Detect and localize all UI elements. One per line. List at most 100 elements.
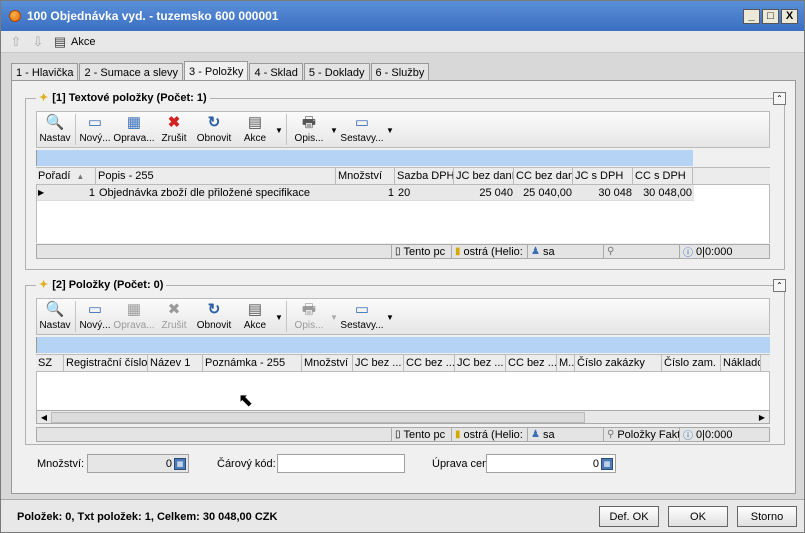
col-m[interactable]: M...	[557, 355, 575, 371]
filter-row[interactable]	[36, 337, 770, 353]
col-jc-bez[interactable]: JC bez daní	[454, 168, 514, 184]
col-poradi[interactable]: Pořadí ▲	[36, 168, 96, 184]
actions-doc-icon[interactable]: ▤	[53, 34, 67, 49]
uprava-cen-field[interactable]: 0 ▦	[486, 454, 616, 473]
opis-button[interactable]: 🖶 Opis...	[289, 112, 329, 147]
close-button[interactable]: X	[781, 8, 798, 24]
actions-icon: ▤	[247, 301, 263, 318]
col-jc-s[interactable]: JC s DPH	[573, 168, 633, 184]
opis-dropdown-icon[interactable]: ▼	[329, 126, 339, 135]
minimize-button[interactable]: _	[743, 8, 760, 24]
tab-sklad[interactable]: 4 - Sklad	[249, 63, 303, 81]
col-cislo-zam[interactable]: Číslo zam.	[662, 355, 721, 371]
sestavy-dropdown-icon[interactable]: ▼	[385, 126, 395, 135]
menu-akce[interactable]: Akce	[71, 36, 95, 48]
storno-button[interactable]: Storno	[737, 506, 797, 527]
tab-sluzby[interactable]: 6 - Služby	[370, 63, 430, 81]
status-bar-text-items: ▯ Tento pc ▮ ostrá (Helio: ♟ sa ⚲ ⓘ 0|0:000	[36, 244, 770, 259]
new-window-icon: ▭	[87, 114, 103, 131]
col-mnozstvi[interactable]: Množství	[302, 355, 353, 371]
akce-button[interactable]: ▤ Akce	[236, 299, 274, 334]
filter-row[interactable]	[36, 150, 693, 166]
col-mnozstvi[interactable]: Množství	[336, 168, 395, 184]
obnovit-button[interactable]: ↻ Obnovit	[192, 299, 236, 334]
akce-button[interactable]: ▤ Akce	[236, 112, 274, 147]
akce-dropdown-icon[interactable]: ▼	[274, 126, 284, 135]
status-bar-items: ▯ Tento pc ▮ ostrá (Helio: ♟ sa ⚲ Položky Fa…	[36, 427, 770, 442]
akce-label: Akce	[243, 320, 267, 331]
carovy-kod-field[interactable]	[277, 454, 405, 473]
refresh-icon: ↻	[207, 114, 221, 131]
col-cc-bez-1[interactable]: CC bez ...	[404, 355, 455, 371]
collapse-button[interactable]: ⌃	[773, 92, 786, 105]
scroll-right-icon[interactable]: ▶	[755, 411, 769, 423]
calculator-icon[interactable]: ▦	[601, 457, 613, 470]
def-ok-button[interactable]: Def. OK	[599, 506, 659, 527]
actions-icon: ▤	[247, 114, 263, 131]
opis-dropdown-icon[interactable]: ▼	[329, 313, 339, 322]
scroll-left-icon[interactable]: ◀	[37, 411, 51, 423]
new-window-icon: ▭	[87, 301, 103, 318]
refresh-icon: ↻	[207, 301, 221, 318]
status-user: ♟ sa	[527, 428, 603, 441]
scroll-thumb[interactable]	[51, 411, 585, 423]
tab-strip: 1 - Hlavička 2 - Sumace a slevy 3 - Polo…	[11, 61, 430, 81]
zrusit-button[interactable]: ✖ Zrušit	[156, 299, 192, 334]
report-icon: ▭	[354, 114, 370, 131]
col-sz[interactable]: SZ	[36, 355, 64, 371]
oprava-button[interactable]: ▦ Oprava...	[112, 112, 156, 147]
title-bar[interactable]: 100 Objednávka vyd. - tuzemsko 600 00000…	[1, 1, 804, 31]
status-user-text: sa	[542, 428, 555, 441]
arrow-down-icon[interactable]: ⇩	[31, 34, 45, 49]
sestavy-button[interactable]: ▭ Sestavy...	[339, 112, 385, 147]
mnozstvi-field[interactable]: 0 ▦	[87, 454, 189, 473]
group-text-items: ✦ [1] Textové položky (Počet: 1) ⌃ 🔍 Nasta…	[25, 91, 786, 270]
table-row[interactable]: ▶ 1 Objednávka zboží dle přiložené speci…	[37, 185, 694, 201]
opis-button[interactable]: 🖶 Opis...	[289, 299, 329, 334]
ok-button[interactable]: OK	[668, 506, 728, 527]
toolbar-items: 🔍 Nastav ▭ Nový... ▦ Oprava... ✖ Zrušit ↻ Obn…	[36, 298, 770, 335]
horizontal-scrollbar[interactable]: ◀ ▶	[36, 410, 770, 424]
obnovit-button[interactable]: ↻ Obnovit	[192, 112, 236, 147]
col-poznamka[interactable]: Poznámka - 255	[203, 355, 302, 371]
col-popis[interactable]: Popis - 255	[96, 168, 336, 184]
group-items: ✦ [2] Položky (Počet: 0) ⌃ 🔍 Nastav ▭ Nový.…	[25, 278, 786, 445]
oprava-button[interactable]: ▦ Oprava...	[112, 299, 156, 334]
col-cc-s[interactable]: CC s DPH	[633, 168, 693, 184]
grid-body[interactable]	[36, 372, 770, 410]
search-icon: 🔍	[45, 301, 65, 318]
col-poradi-label: Pořadí	[38, 170, 71, 182]
oprava-label: Oprava...	[113, 320, 155, 331]
group-title-text: [1] Textové položky (Počet: 1)	[52, 91, 207, 104]
akce-dropdown-icon[interactable]: ▼	[274, 313, 284, 322]
col-sazba[interactable]: Sazba DPH	[395, 168, 454, 184]
nastav-button[interactable]: 🔍 Nastav	[37, 299, 73, 334]
nastav-button[interactable]: 🔍 Nastav	[37, 112, 73, 147]
col-cislo-zakazky[interactable]: Číslo zakázky	[575, 355, 662, 371]
col-reg-cislo[interactable]: Registrační číslo	[64, 355, 148, 371]
col-cc-bez-2[interactable]: CC bez ...	[506, 355, 557, 371]
status-tento-text: Tento pc	[403, 245, 446, 258]
novy-label: Nový...	[79, 133, 111, 144]
tab-polozky[interactable]: 3 - Položky	[184, 61, 249, 81]
tab-doklady[interactable]: 5 - Doklady	[303, 63, 370, 81]
col-nazev[interactable]: Název 1	[148, 355, 203, 371]
sestavy-dropdown-icon[interactable]: ▼	[385, 313, 395, 322]
status-tento: ▯ Tento pc	[391, 245, 451, 258]
calculator-icon[interactable]: ▦	[174, 457, 186, 470]
tab-sumace[interactable]: 2 - Sumace a slevy	[79, 63, 184, 81]
separator	[75, 301, 76, 332]
col-jc-bez-1[interactable]: JC bez ...	[353, 355, 404, 371]
novy-button[interactable]: ▭ Nový...	[78, 112, 112, 147]
arrow-up-icon[interactable]: ⇧	[9, 34, 23, 49]
col-cc-bez[interactable]: CC bez daní	[514, 168, 573, 184]
sestavy-button[interactable]: ▭ Sestavy...	[339, 299, 385, 334]
novy-button[interactable]: ▭ Nový...	[78, 299, 112, 334]
col-naklad[interactable]: Nákladc	[721, 355, 761, 371]
col-jc-bez-2[interactable]: JC bez ...	[455, 355, 506, 371]
mouse-cursor: ⬉	[238, 390, 254, 410]
maximize-button[interactable]: □	[762, 8, 779, 24]
zrusit-button[interactable]: ✖ Zrušit	[156, 112, 192, 147]
tab-hlavicka[interactable]: 1 - Hlavička	[11, 63, 79, 81]
collapse-button[interactable]: ⌃	[773, 279, 786, 292]
